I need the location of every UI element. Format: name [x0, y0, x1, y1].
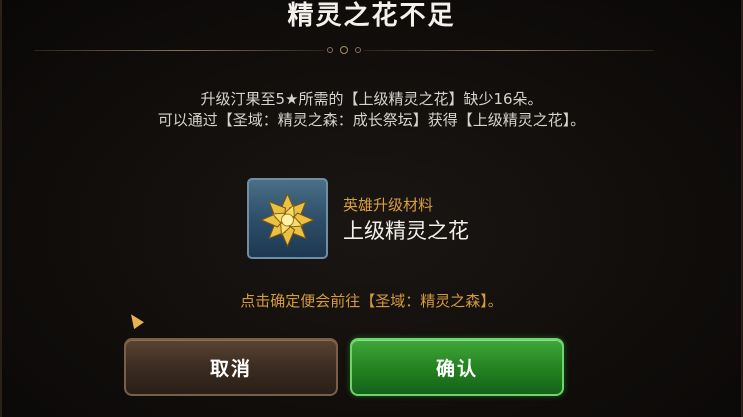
golden-flower-icon: [260, 192, 315, 248]
message-line-1: 升级汀果至5★所需的【上级精灵之花】缺少16朵。: [200, 90, 543, 108]
item-category: 英雄升级材料: [343, 196, 434, 214]
title-divider: [34, 46, 654, 54]
confirm-button[interactable]: 确认: [350, 338, 564, 396]
pointer-cursor-icon: [126, 310, 144, 330]
dialog-title: 精灵之花不足: [287, 1, 456, 31]
item-name: 上级精灵之花: [343, 219, 469, 243]
item-icon-frame[interactable]: [247, 178, 328, 259]
cancel-button[interactable]: 取消: [124, 338, 338, 396]
divider-ornament-icon: [327, 46, 361, 54]
insufficient-material-dialog: 精灵之花不足 升级汀果至5★所需的【上级精灵之花】缺少16朵。 可以通过【圣域：…: [0, 0, 743, 417]
navigation-hint: 点击确定便会前往【圣域：精灵之森】。: [240, 292, 503, 310]
message-line-2: 可以通过【圣域：精灵之森：成长祭坛】获得【上级精灵之花】。: [157, 111, 586, 129]
